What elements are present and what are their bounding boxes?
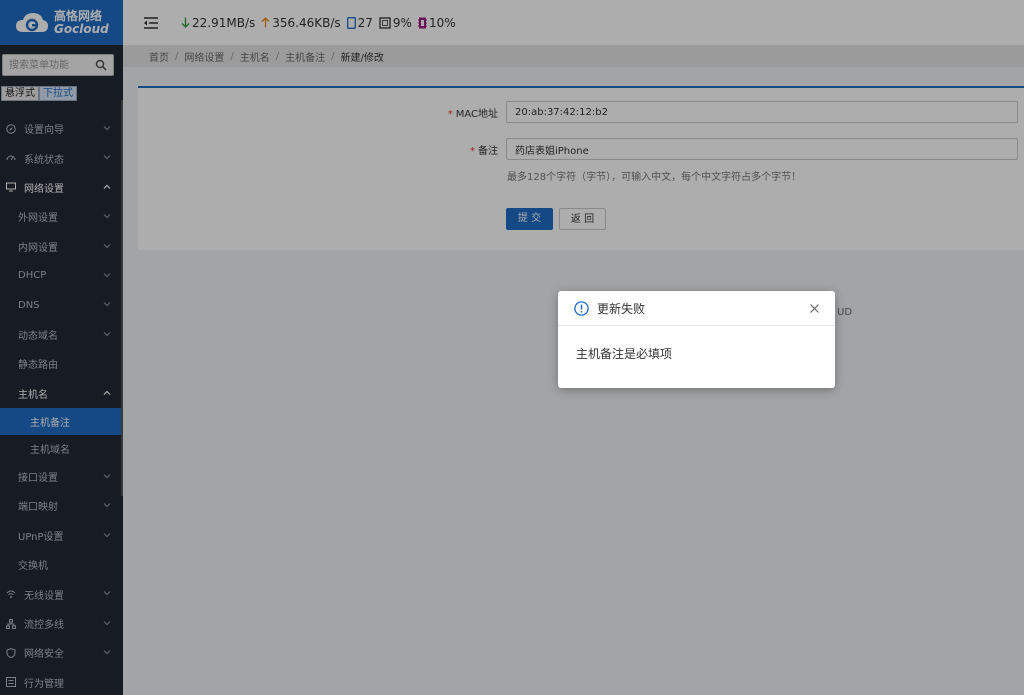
info-circle-icon <box>574 300 589 316</box>
dialog-title: 更新失败 <box>597 301 646 316</box>
modal-overlay[interactable] <box>0 0 1024 695</box>
dialog-message: 主机备注是必填项 <box>576 347 673 361</box>
dialog-header: 更新失败 <box>558 291 835 326</box>
error-dialog: 更新失败 主机备注是必填项 <box>558 291 835 388</box>
close-icon[interactable] <box>810 304 819 313</box>
